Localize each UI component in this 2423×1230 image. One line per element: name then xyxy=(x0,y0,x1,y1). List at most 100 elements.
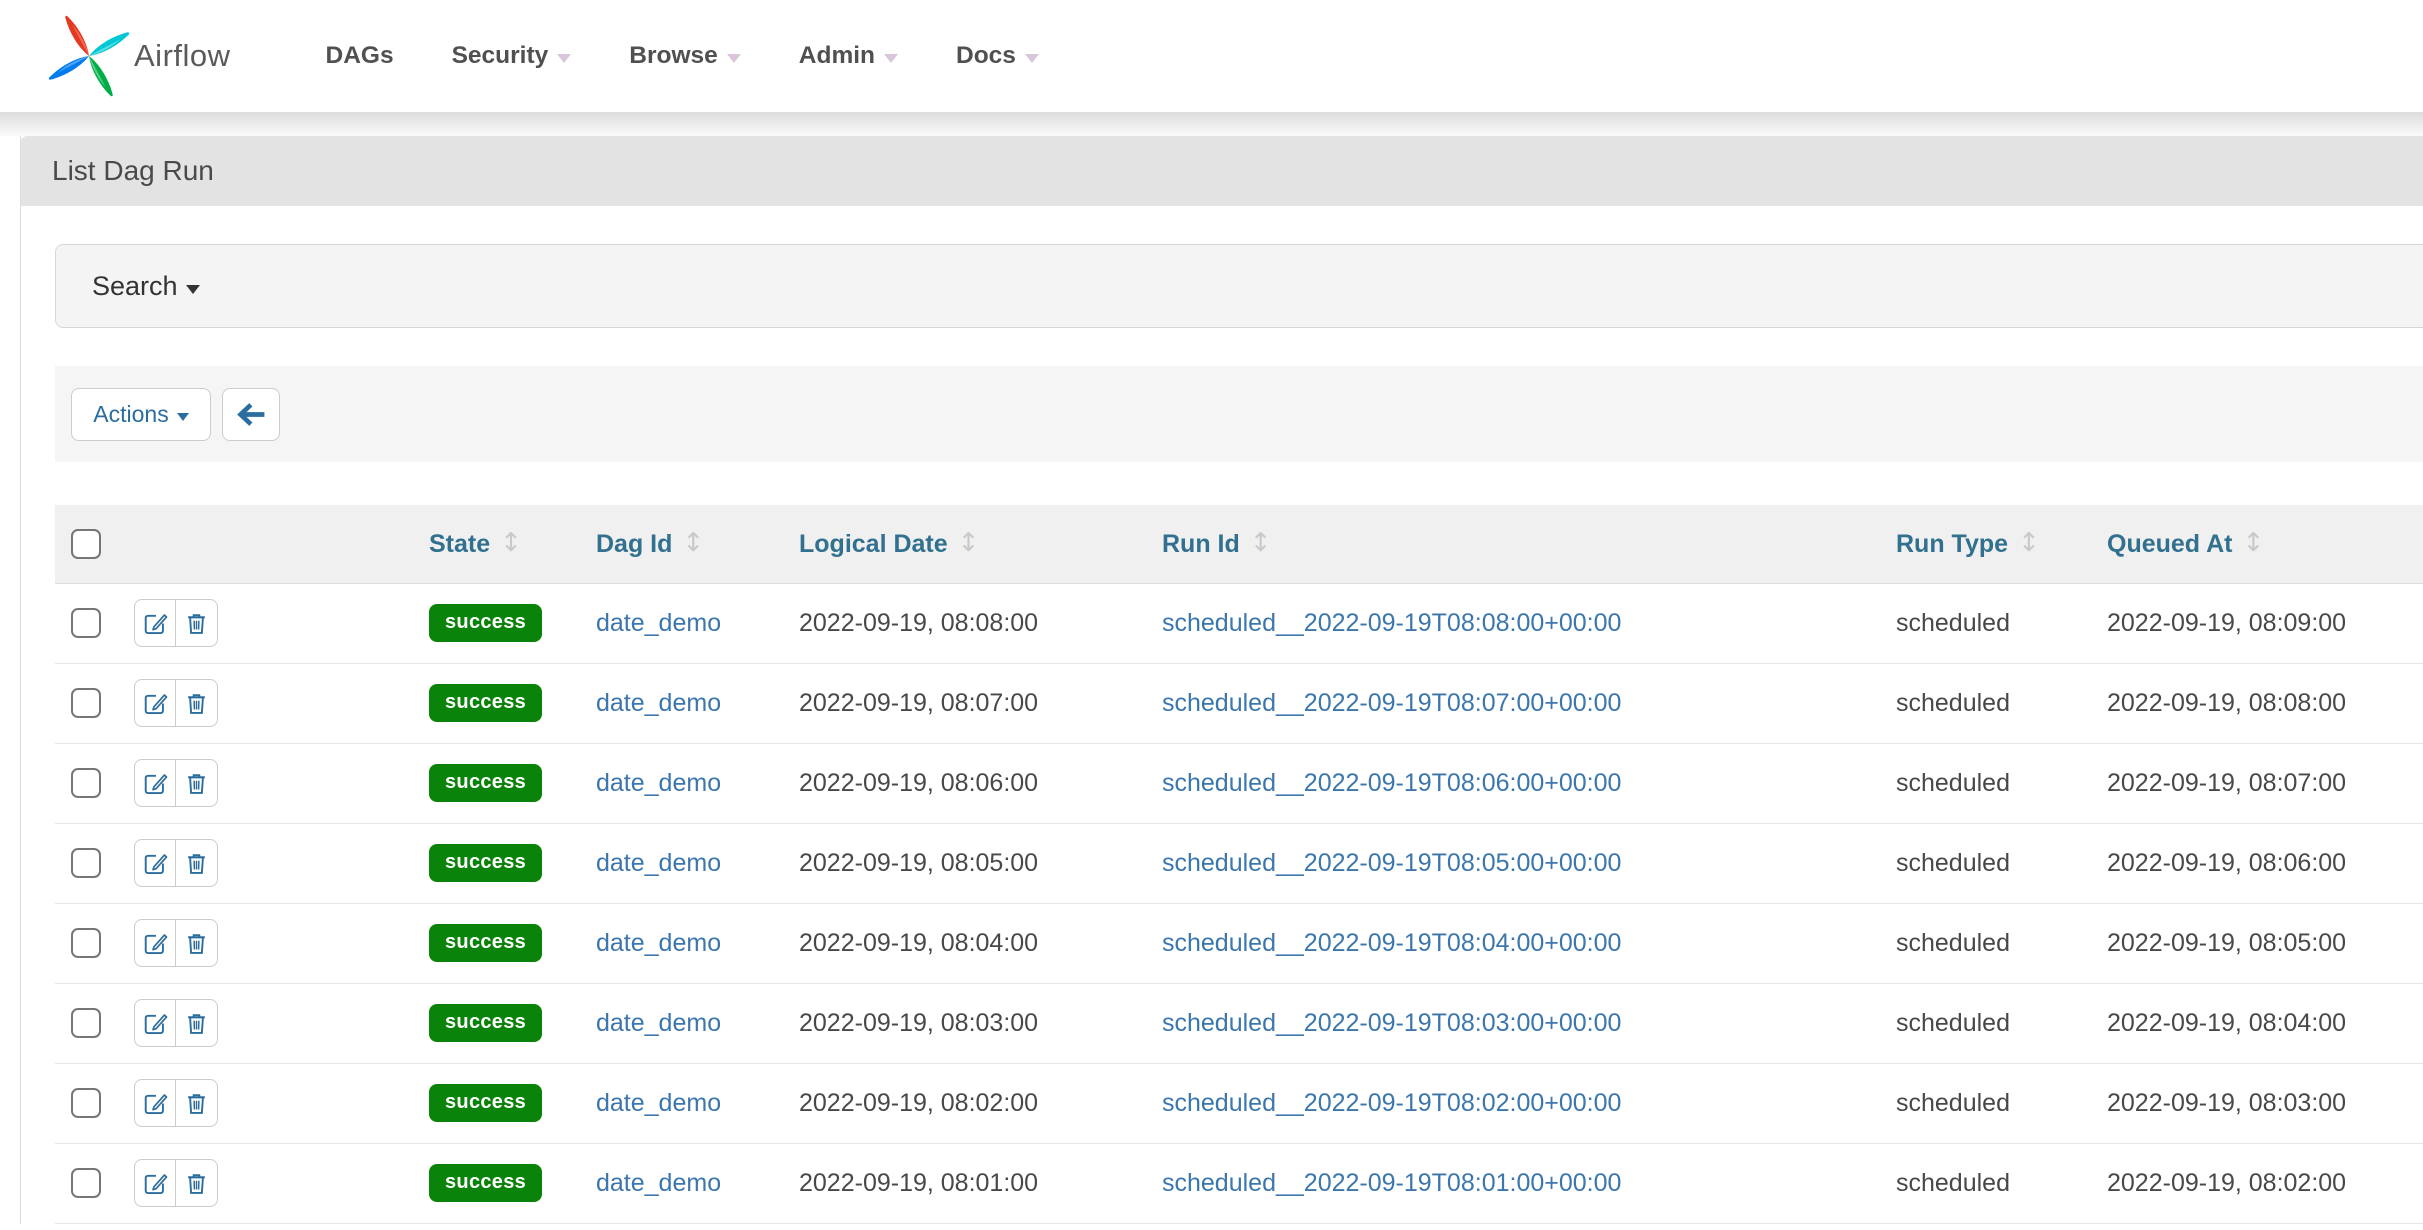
airflow-brand[interactable]: Airflow xyxy=(52,19,231,93)
edit-button[interactable] xyxy=(134,759,176,807)
queued-at-cell: 2022-09-19, 08:04:00 xyxy=(2099,983,2423,1063)
run-type-cell: scheduled xyxy=(1888,823,2099,903)
sort-icon: ↕ xyxy=(500,528,522,558)
trash-icon xyxy=(183,1170,210,1197)
queued-at-cell: 2022-09-19, 08:03:00 xyxy=(2099,1063,2423,1143)
trash-icon xyxy=(183,930,210,957)
run-id-link[interactable]: scheduled__2022-09-19T08:02:00+00:00 xyxy=(1162,1089,1621,1117)
logical-date-cell: 2022-09-19, 08:05:00 xyxy=(791,823,1154,903)
run-type-cell: scheduled xyxy=(1888,583,2099,663)
run-id-link[interactable]: scheduled__2022-09-19T08:07:00+00:00 xyxy=(1162,689,1621,717)
nav-item-label: Admin xyxy=(799,42,875,70)
column-header-state[interactable]: State↕ xyxy=(421,505,588,583)
run-type-cell: scheduled xyxy=(1888,903,2099,983)
trash-icon xyxy=(183,610,210,637)
delete-button[interactable] xyxy=(176,679,218,727)
status-badge: success xyxy=(429,1164,542,1202)
run-id-link[interactable]: scheduled__2022-09-19T08:04:00+00:00 xyxy=(1162,929,1621,957)
nav-item-dags[interactable]: DAGs xyxy=(326,42,394,70)
status-badge: success xyxy=(429,1004,542,1042)
row-checkbox[interactable] xyxy=(71,768,101,798)
dag-id-link[interactable]: date_demo xyxy=(596,769,721,797)
delete-button[interactable] xyxy=(176,599,218,647)
sort-icon: ↕ xyxy=(2018,528,2040,558)
dag-id-link[interactable]: date_demo xyxy=(596,849,721,877)
nav-item-docs[interactable]: Docs xyxy=(956,42,1039,70)
back-button[interactable] xyxy=(222,388,280,441)
list-dag-run-panel: List Dag Run Search Actions xyxy=(20,136,2423,1224)
sort-icon: ↕ xyxy=(1250,528,1272,558)
edit-button[interactable] xyxy=(134,919,176,967)
actions-dropdown-button[interactable]: Actions xyxy=(71,388,211,441)
table-row: success date_demo 2022-09-19, 08:08:00 s… xyxy=(55,583,2423,663)
logical-date-cell: 2022-09-19, 08:03:00 xyxy=(791,983,1154,1063)
edit-button[interactable] xyxy=(134,1079,176,1127)
run-id-link[interactable]: scheduled__2022-09-19T08:06:00+00:00 xyxy=(1162,769,1621,797)
delete-button[interactable] xyxy=(176,1159,218,1207)
chevron-down-icon xyxy=(557,54,571,63)
column-label: Dag Id xyxy=(596,530,672,558)
column-header-queued-at[interactable]: Queued At↕ xyxy=(2099,505,2423,583)
select-all-checkbox[interactable] xyxy=(71,529,101,559)
dag-id-link[interactable]: date_demo xyxy=(596,929,721,957)
row-checkbox[interactable] xyxy=(71,1008,101,1038)
dag-id-link[interactable]: date_demo xyxy=(596,689,721,717)
table-row: success date_demo 2022-09-19, 08:03:00 s… xyxy=(55,983,2423,1063)
run-type-cell: scheduled xyxy=(1888,743,2099,823)
actions-label: Actions xyxy=(93,401,168,428)
row-checkbox[interactable] xyxy=(71,608,101,638)
chevron-down-icon xyxy=(884,54,898,63)
column-label: Logical Date xyxy=(799,530,948,558)
nav-item-label: DAGs xyxy=(326,42,394,70)
status-badge: success xyxy=(429,764,542,802)
run-id-link[interactable]: scheduled__2022-09-19T08:08:00+00:00 xyxy=(1162,609,1621,637)
edit-button[interactable] xyxy=(134,839,176,887)
logical-date-cell: 2022-09-19, 08:08:00 xyxy=(791,583,1154,663)
table-row: success date_demo 2022-09-19, 08:04:00 s… xyxy=(55,903,2423,983)
dag-id-link[interactable]: date_demo xyxy=(596,1009,721,1037)
search-filter-toggle[interactable]: Search xyxy=(55,244,2423,328)
queued-at-cell: 2022-09-19, 08:02:00 xyxy=(2099,1143,2423,1223)
dag-id-link[interactable]: date_demo xyxy=(596,1089,721,1117)
nav-item-admin[interactable]: Admin xyxy=(799,42,898,70)
run-id-link[interactable]: scheduled__2022-09-19T08:03:00+00:00 xyxy=(1162,1009,1621,1037)
column-header-run-type[interactable]: Run Type↕ xyxy=(1888,505,2099,583)
edit-button[interactable] xyxy=(134,999,176,1047)
row-checkbox[interactable] xyxy=(71,928,101,958)
edit-icon xyxy=(142,850,169,877)
row-checkbox[interactable] xyxy=(71,848,101,878)
edit-icon xyxy=(142,690,169,717)
queued-at-cell: 2022-09-19, 08:08:00 xyxy=(2099,663,2423,743)
row-action-buttons xyxy=(134,1159,218,1207)
logical-date-cell: 2022-09-19, 08:04:00 xyxy=(791,903,1154,983)
run-id-link[interactable]: scheduled__2022-09-19T08:05:00+00:00 xyxy=(1162,849,1621,877)
nav-item-security[interactable]: Security xyxy=(452,42,572,70)
delete-button[interactable] xyxy=(176,919,218,967)
row-checkbox[interactable] xyxy=(71,1088,101,1118)
panel-body: Search Actions St xyxy=(21,206,2423,1224)
edit-button[interactable] xyxy=(134,679,176,727)
nav-menu: DAGs Security Browse Admin Docs xyxy=(326,42,1039,70)
dag-run-table: State↕ Dag Id↕ Logical Date↕ Run Id↕ Run… xyxy=(55,505,2423,1224)
dag-id-link[interactable]: date_demo xyxy=(596,1169,721,1197)
edit-button[interactable] xyxy=(134,1159,176,1207)
queued-at-cell: 2022-09-19, 08:09:00 xyxy=(2099,583,2423,663)
nav-item-browse[interactable]: Browse xyxy=(629,42,741,70)
row-checkbox[interactable] xyxy=(71,1168,101,1198)
column-header-logical-date[interactable]: Logical Date↕ xyxy=(791,505,1154,583)
navbar-shadow xyxy=(0,112,2423,136)
trash-icon xyxy=(183,1010,210,1037)
row-checkbox[interactable] xyxy=(71,688,101,718)
column-header-dag-id[interactable]: Dag Id↕ xyxy=(588,505,791,583)
delete-button[interactable] xyxy=(176,759,218,807)
delete-button[interactable] xyxy=(176,999,218,1047)
run-id-link[interactable]: scheduled__2022-09-19T08:01:00+00:00 xyxy=(1162,1169,1621,1197)
run-type-cell: scheduled xyxy=(1888,983,2099,1063)
column-header-run-id[interactable]: Run Id↕ xyxy=(1154,505,1888,583)
delete-button[interactable] xyxy=(176,1079,218,1127)
delete-button[interactable] xyxy=(176,839,218,887)
queued-at-cell: 2022-09-19, 08:06:00 xyxy=(2099,823,2423,903)
edit-button[interactable] xyxy=(134,599,176,647)
trash-icon xyxy=(183,770,210,797)
dag-id-link[interactable]: date_demo xyxy=(596,609,721,637)
